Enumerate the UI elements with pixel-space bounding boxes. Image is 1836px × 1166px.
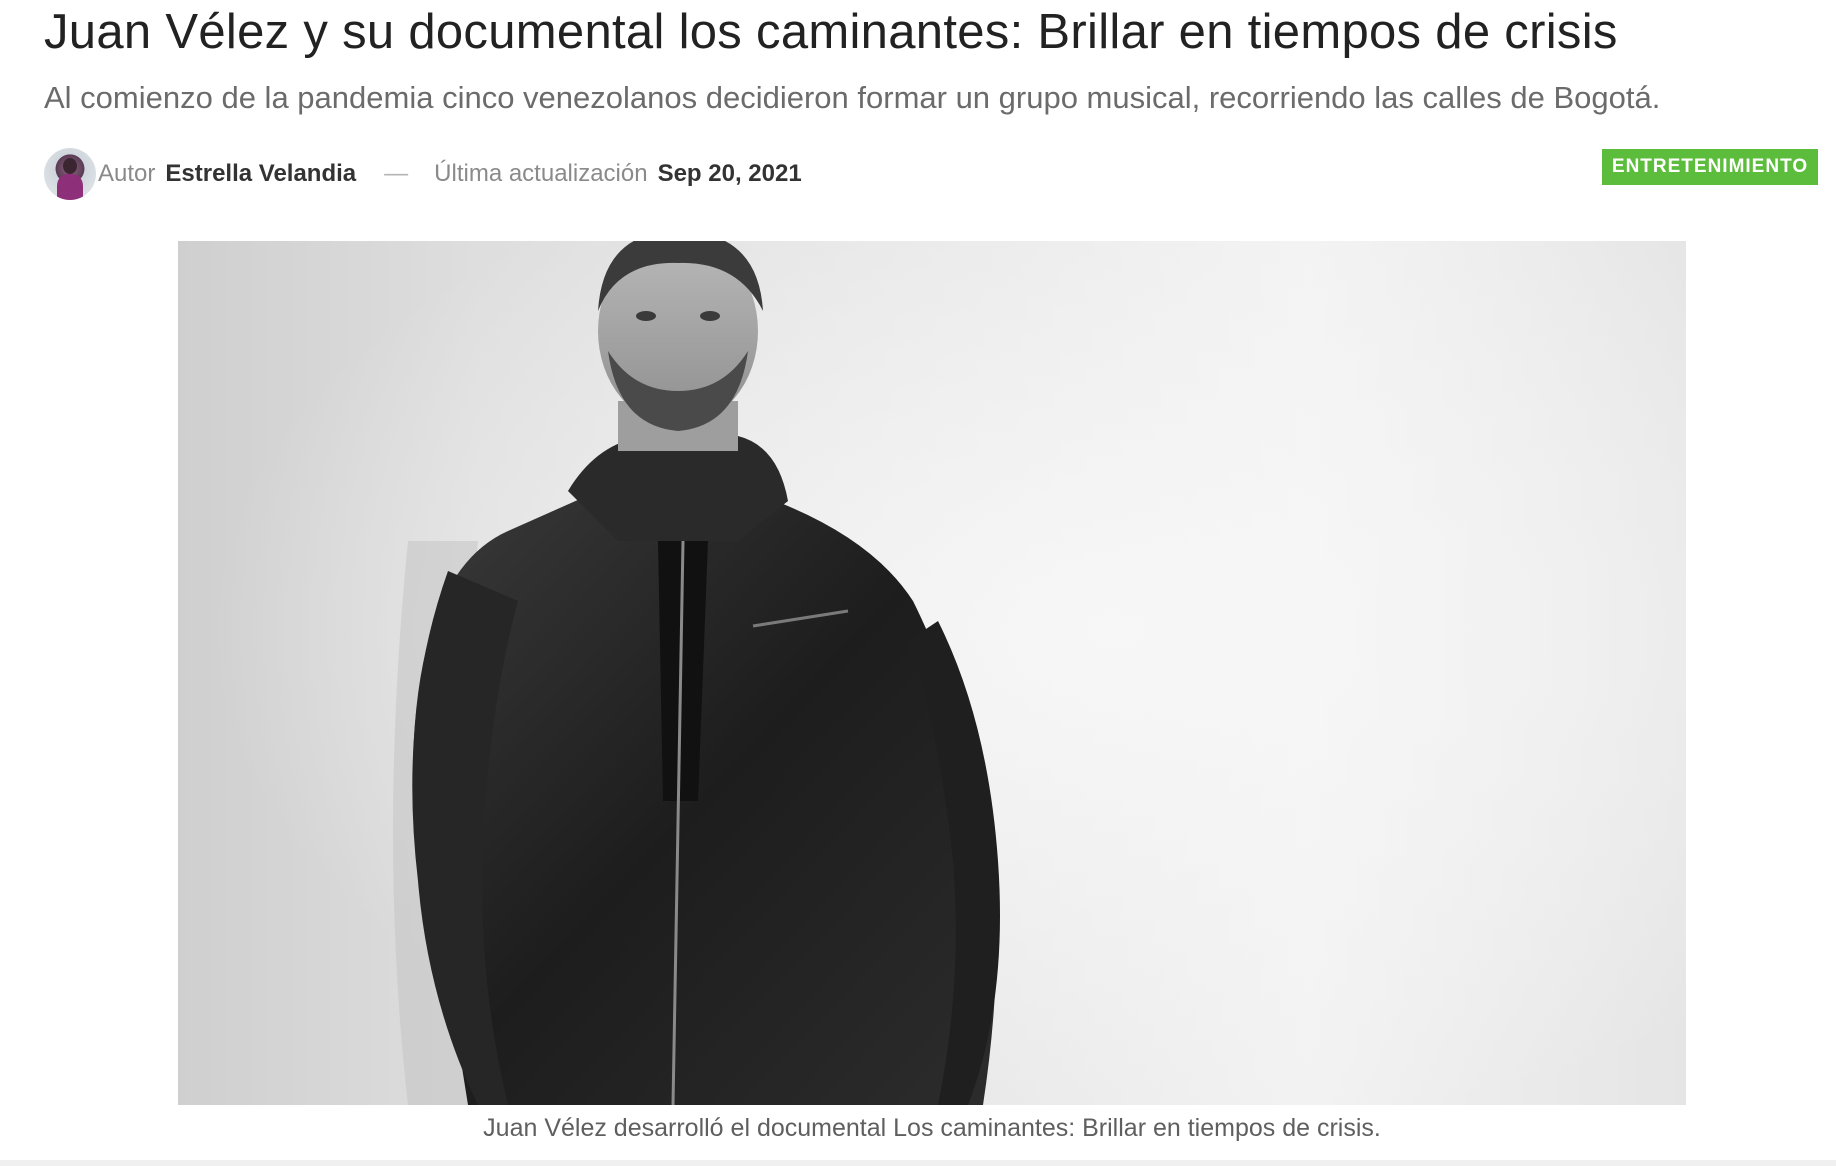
author-label: Autor — [98, 160, 156, 187]
article-title: Juan Vélez y su documental los caminante… — [44, 5, 1618, 59]
category-badge[interactable]: ENTRETENIMIENTO — [1602, 149, 1818, 185]
article-subtitle: Al comienzo de la pandemia cinco venezol… — [44, 80, 1661, 115]
updated-label: Última actualización — [434, 160, 648, 187]
meta-separator: — — [384, 160, 409, 187]
updated-date: Sep 20, 2021 — [657, 160, 802, 187]
author-name-link[interactable]: Estrella Velandia — [165, 160, 356, 188]
article-header: Juan Vélez y su documental los caminante… — [0, 0, 1836, 1166]
featured-image-graphic — [178, 241, 1686, 1105]
author-avatar[interactable] — [44, 148, 96, 200]
featured-image — [178, 241, 1686, 1105]
bottom-divider — [0, 1160, 1836, 1166]
avatar-head-shape — [63, 158, 77, 174]
article-meta: Autor Estrella Velandia — Última actuali… — [44, 148, 802, 200]
featured-image-caption: Juan Vélez desarrolló el documental Los … — [483, 1114, 1381, 1142]
avatar-body-shape — [57, 174, 83, 200]
